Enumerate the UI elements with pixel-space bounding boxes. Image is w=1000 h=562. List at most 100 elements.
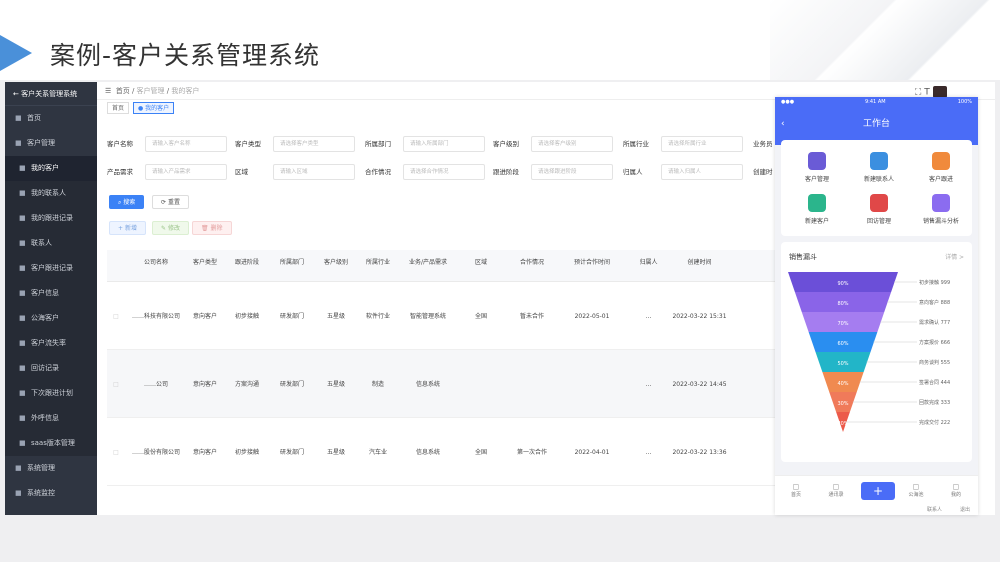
column-header[interactable]: 合作情况 [505,258,559,267]
table-cell: 2022-05-01 [574,313,610,320]
table-row[interactable]: □ ……公司 意向客户 方案沟通 研发部门 五星级 制造 信息系统 … 2022-03-22 14… [107,350,807,418]
row-checkbox[interactable]: □ [111,448,121,457]
column-header[interactable]: 所属部门 [269,258,315,267]
sidebar-item-9[interactable]: ■ 客户流失率 [5,331,97,356]
filter-input[interactable]: 请输入产品需求 [145,164,227,180]
sidebar-item-15[interactable]: ■ 系统监控 [5,481,97,506]
quick-action-3[interactable]: 新建客户 [787,194,847,225]
font-size-icon[interactable]: T [924,88,930,98]
sidebar-item-label: 我的客户 [31,164,59,172]
sidebar-item-13[interactable]: ■ saas版本管理 [5,431,97,456]
filter-input[interactable]: 请输入归属人 [661,164,743,180]
phone-status-bar: ●●● 9:41 AM 100% [775,97,978,107]
reset-button[interactable]: ⟳ 重置 [152,195,189,209]
quick-action-label: 新建联系人 [863,176,894,183]
breadcrumb-customer[interactable]: 客户管理 [137,87,165,95]
funnel-segment-pct: 90% [837,281,848,287]
quick-action-1[interactable]: 新建联系人 [849,152,909,183]
filter-input[interactable]: 请选择客户类型 [273,136,355,152]
filter-input[interactable]: 请选择跟进阶段 [531,164,613,180]
footer-contacts-link[interactable]: 联系人 [927,506,942,513]
breadcrumb-home[interactable]: 首页 [116,87,130,95]
quick-action-2[interactable]: 客户跟进 [911,152,971,183]
table-cell: 2022-03-22 14:45 [672,381,727,388]
funnel-more-link[interactable]: 详情 > [945,252,964,261]
column-header[interactable]: 创建时间 [672,258,727,267]
sidebar-item-12[interactable]: ■ 外呼信息 [5,406,97,431]
delete-button[interactable]: 🗑 删除 [192,221,232,235]
sidebar-item-5[interactable]: ■ 联系人 [5,231,97,256]
tag-current[interactable]: ● 我的客户 [132,102,175,114]
back-icon[interactable]: ‹ [781,107,785,141]
table-cell: 2022-03-22 13:36 [672,449,727,456]
column-header[interactable]: 所属行业 [357,258,399,267]
sidebar-item-0[interactable]: ■ 首页 [5,106,97,131]
filter-label: 所属部门 [365,140,391,148]
column-header[interactable]: 客户类型 [185,258,225,267]
tab-contacts[interactable]: ◻ 通讯录 [821,482,851,498]
sidebar-item-6[interactable]: ■ 客户跟进记录 [5,256,97,281]
sidebar-item-1[interactable]: ■ 客户管理 [5,131,97,156]
breadcrumb-mine: 我的客户 [171,87,200,95]
filter-input[interactable]: 请输入区域 [273,164,355,180]
sidebar-item-label: 客户流失率 [31,339,66,347]
tab-pool[interactable]: ◻ 公海池 [901,482,931,498]
sidebar-item-4[interactable]: ■ 我的跟进记录 [5,206,97,231]
footer-logout-link[interactable]: 退出 [960,506,970,513]
search-button[interactable]: ⌕ 搜索 [109,195,145,209]
tag-current-label: 我的客户 [145,105,170,112]
table-row[interactable]: □ ……科技有限公司 意向客户 初步接触 研发部门 五星级 软件行业 智能管理系统 全国 暂未合作… [107,282,807,350]
filter-input[interactable]: 请选择所属行业 [661,136,743,152]
sidebar-item-14[interactable]: ■ 系统管理 [5,456,97,481]
filter-input[interactable]: 请输入所属部门 [403,136,485,152]
monitor-icon: ■ [15,489,22,497]
quick-action-4[interactable]: 回访管理 [849,194,909,225]
quick-action-5[interactable]: 销售漏斗分析 [911,194,971,225]
filter-input[interactable]: 请选择合作情况 [403,164,485,180]
table-cell: ……公司 [143,381,168,388]
sidebar-item-8[interactable]: ■ 公海客户 [5,306,97,331]
quick-action-0[interactable]: 客户管理 [787,152,847,183]
tab-profile[interactable]: ◻ 我的 [941,482,971,498]
add-button[interactable]: + 新增 [109,221,146,235]
table-header: 公司名称 客户类型 跟进阶段 所属部门 客户级别 所属行业 业务/产品需求 区域 合作情况 预计合… [107,250,807,282]
sidebar-item-3[interactable]: ■ 我的联系人 [5,181,97,206]
sidebar-item-7[interactable]: ■ 客户信息 [5,281,97,306]
sidebar-item-10[interactable]: ■ 回访记录 [5,356,97,381]
column-header[interactable]: 业务/产品需求 [399,258,457,267]
table-cell: 研发部门 [279,449,304,456]
pool-icon: ◻ [912,482,920,491]
funnel-segment-pct: 50% [837,361,848,367]
column-header[interactable]: 区域 [457,258,505,267]
fullscreen-icon[interactable]: ⛶ [915,88,921,98]
sidebar-item-11[interactable]: ■ 下次跟进计划 [5,381,97,406]
delete-label: 删除 [210,225,223,232]
funnel-stage-label: 意向客户 888 [919,299,950,306]
filter-label: 跟进阶段 [493,168,519,176]
sidebar-item-2[interactable]: ■ 我的客户 [5,156,97,181]
column-header[interactable]: 公司名称 [127,258,185,267]
column-header[interactable]: 归属人 [625,258,672,267]
edit-button[interactable]: ✎ 修改 [152,221,189,235]
funnel-stage-label: 需求确认 777 [919,319,950,326]
tab-plus[interactable]: + [861,482,895,500]
column-header[interactable]: 客户级别 [315,258,357,267]
tab-label: 首页 [790,492,801,498]
table-cell: 初步接触 [234,313,259,320]
table-row[interactable]: □ ……股份有限公司 意向客户 初步接触 研发部门 五星级 汽车业 信息系统 全国 第一次合作 20… [107,418,807,486]
sidebar-item-label: 联系人 [31,239,52,247]
table-cell: 方案沟通 [234,381,259,388]
sidebar: ← 客户关系管理系统 ■ 首页 ■ 客户管理 ■ 我的客户 ■ 我的联系人 ■ 我的跟进记录 ■ 联系… [5,82,97,515]
info-icon: ■ [19,289,26,297]
row-checkbox[interactable]: □ [111,380,121,389]
row-checkbox[interactable]: □ [111,312,121,321]
column-header[interactable]: 跟进阶段 [225,258,269,267]
menu-toggle-icon[interactable]: ☰ [105,87,111,95]
column-header[interactable]: 预计合作时间 [559,258,625,267]
record-icon: ■ [19,214,26,222]
funnel-title: 销售漏斗 [789,253,817,261]
tag-home[interactable]: 首页 [107,102,130,114]
tab-home[interactable]: ◻ 首页 [781,482,811,498]
filter-input[interactable]: 请输入客户名称 [145,136,227,152]
filter-input[interactable]: 请选择客户级别 [531,136,613,152]
